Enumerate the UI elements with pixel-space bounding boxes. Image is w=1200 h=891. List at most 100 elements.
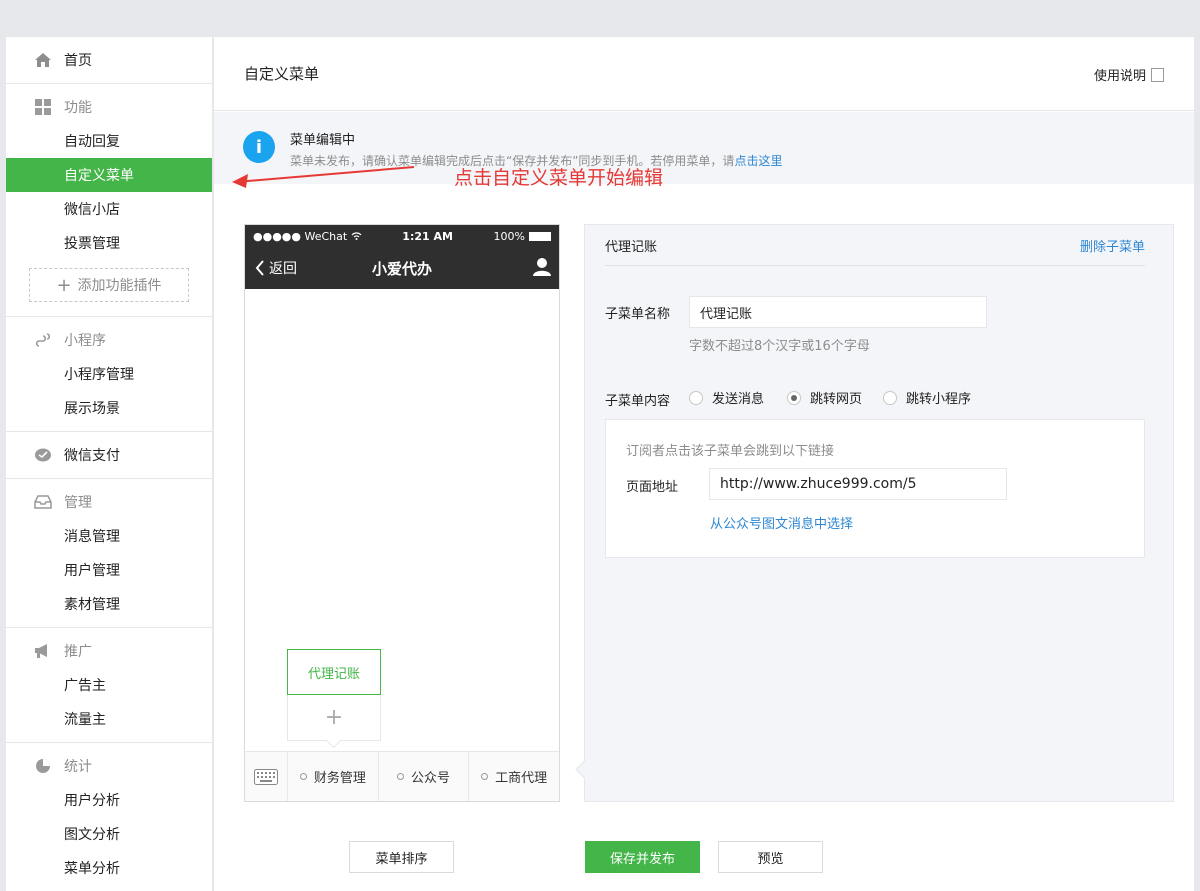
document-icon	[1151, 67, 1164, 82]
radio-jump-webpage[interactable]: 跳转网页	[787, 388, 862, 407]
save-publish-button[interactable]: 保存并发布	[585, 841, 700, 873]
sidebar-item-wechat-store[interactable]: 微信小店	[6, 192, 212, 226]
sidebar-item-miniprogram-manage[interactable]: 小程序管理	[6, 357, 212, 391]
disable-menu-link[interactable]: 点击这里	[734, 154, 782, 168]
sidebar-item-label: 微信支付	[64, 448, 120, 464]
delete-submenu-link[interactable]: 删除子菜单	[1080, 236, 1145, 255]
sidebar-section-label: 管理	[64, 495, 92, 511]
back-button[interactable]: 返回	[255, 258, 297, 278]
plus-icon: +	[324, 705, 344, 730]
sidebar-item-label: 自定义菜单	[64, 168, 134, 184]
megaphone-icon	[34, 642, 52, 660]
notice-title: 菜单编辑中	[290, 133, 356, 148]
sidebar-item-user-analysis[interactable]: 用户分析	[6, 783, 212, 817]
sidebar-item-label: 流量主	[64, 712, 106, 728]
clock: 1:21 AM	[402, 229, 453, 243]
sidebar-item-label: 投票管理	[64, 236, 120, 252]
sidebar-item-auto-reply[interactable]: 自动回复	[6, 124, 212, 158]
annotation-text: 点击自定义菜单开始编辑	[454, 167, 664, 189]
add-plugin-button[interactable]: + 添加功能插件	[29, 268, 189, 302]
menu-button-business[interactable]: 工商代理	[469, 752, 559, 801]
submenu-name-input[interactable]: 代理记账	[689, 296, 987, 328]
sidebar-item-wechat-pay[interactable]: 微信支付	[6, 438, 212, 472]
home-icon	[34, 51, 52, 69]
sidebar-item-messages[interactable]: 消息管理	[6, 519, 212, 553]
sidebar-item-label: 菜单分析	[64, 861, 120, 877]
preview-button[interactable]: 预览	[718, 841, 823, 873]
sidebar-group-promote: 推广 广告主 流量主	[6, 628, 212, 743]
sidebar-section-manage: 管理	[6, 485, 212, 519]
sidebar-item-advertiser[interactable]: 广告主	[6, 668, 212, 702]
sidebar-item-label: 自动回复	[64, 134, 120, 150]
grid-icon	[34, 98, 52, 116]
sidebar-item-label: 展示场景	[64, 401, 120, 417]
sidebar-item-publisher[interactable]: 流量主	[6, 702, 212, 736]
sort-menu-button[interactable]: 菜单排序	[349, 841, 454, 873]
sidebar-item-label: 广告主	[64, 678, 106, 694]
sidebar-item-label: 素材管理	[64, 597, 120, 613]
phone-header: ●●●●● WeChat 1:21 AM 100% 返回 小爱代办	[245, 225, 559, 289]
sidebar-section-label: 统计	[64, 759, 92, 775]
radio-jump-miniprogram[interactable]: 跳转小程序	[883, 388, 971, 407]
sidebar-item-label: 小程序管理	[64, 367, 134, 383]
sidebar-section-label: 功能	[64, 100, 92, 116]
keyboard-icon[interactable]	[245, 752, 288, 801]
sidebar-item-label: 消息管理	[64, 529, 120, 545]
radio-circle-checked	[787, 390, 801, 405]
sidebar-item-article-analysis[interactable]: 图文分析	[6, 817, 212, 851]
sidebar-section-stats: 统计	[6, 749, 212, 783]
radio-circle	[689, 390, 703, 405]
radio-label: 跳转网页	[810, 392, 863, 407]
sidebar: 首页 功能 自动回复 自定义菜单 微信小店 投票管理 + 添加功能插件 小程序 …	[6, 37, 213, 891]
sidebar-item-custom-menu[interactable]: 自定义菜单	[6, 158, 212, 192]
sidebar-group-miniprogram: 小程序 小程序管理 展示场景	[6, 317, 212, 432]
account-title: 小爱代办	[371, 259, 432, 278]
page-title: 自定义菜单	[244, 65, 320, 83]
status-bar: ●●●●● WeChat 1:21 AM 100%	[245, 225, 559, 247]
sidebar-item-menu-analysis[interactable]: 菜单分析	[6, 851, 212, 885]
submenu-dot-icon	[299, 773, 307, 780]
sidebar-item-home[interactable]: 首页	[6, 43, 212, 77]
main-panel: 自定义菜单 使用说明 i 菜单编辑中 菜单未发布，请确认菜单编辑完成后点击“保存…	[214, 37, 1194, 891]
battery-icon	[529, 231, 551, 241]
back-label: 返回	[269, 261, 297, 277]
sidebar-section-feature: 功能	[6, 90, 212, 124]
menu-button-finance[interactable]: 财务管理	[288, 752, 379, 801]
submenu-dot-icon	[397, 773, 404, 780]
inbox-icon	[34, 493, 52, 511]
sidebar-item-label: 微信小店	[64, 202, 120, 218]
radio-label: 跳转小程序	[906, 392, 972, 407]
sidebar-item-label: 首页	[64, 53, 92, 69]
page-url-label: 页面地址	[626, 480, 679, 495]
radio-label: 发送消息	[712, 392, 765, 407]
plus-icon: +	[56, 274, 72, 296]
sidebar-item-materials[interactable]: 素材管理	[6, 587, 212, 621]
sidebar-section-miniprogram: 小程序	[6, 323, 212, 357]
help-link[interactable]: 使用说明	[1094, 65, 1164, 84]
submenu-name-label: 子菜单名称	[605, 307, 671, 322]
add-submenu-button[interactable]: +	[287, 695, 381, 741]
menu-button-official-account[interactable]: 公众号	[379, 752, 470, 801]
radio-send-message[interactable]: 发送消息	[689, 388, 764, 407]
submenu-item-selected[interactable]: 代理记账	[287, 649, 381, 695]
page-header: 自定义菜单 使用说明	[214, 37, 1194, 111]
choose-from-articles-link[interactable]: 从公众号图文消息中选择	[710, 513, 853, 532]
sidebar-group-feature: 功能 自动回复 自定义菜单 微信小店 投票管理 + 添加功能插件	[6, 84, 212, 317]
sidebar-item-vote[interactable]: 投票管理	[6, 226, 212, 260]
sidebar-item-users[interactable]: 用户管理	[6, 553, 212, 587]
user-icon[interactable]	[533, 257, 551, 280]
submenu-popup: 代理记账 +	[287, 649, 381, 741]
submenu-name-value: 代理记账	[700, 306, 753, 322]
sidebar-item-label: 用户分析	[64, 793, 120, 809]
menu-label: 工商代理	[495, 771, 548, 786]
link-settings-box: 订阅者点击该子菜单会跳到以下链接 页面地址 http://www.zhuce99…	[605, 419, 1145, 558]
sidebar-group-manage: 管理 消息管理 用户管理 素材管理	[6, 479, 212, 628]
miniprogram-icon	[34, 331, 52, 349]
phone-menu-bar: 财务管理 公众号 工商代理	[245, 751, 559, 801]
submenu-content-label: 子菜单内容	[605, 394, 671, 409]
carrier-label: ●●●●● WeChat	[253, 230, 362, 243]
battery: 100%	[494, 230, 551, 243]
sidebar-item-display-scene[interactable]: 展示场景	[6, 391, 212, 425]
sidebar-group-home: 首页	[6, 37, 212, 84]
page-url-input[interactable]: http://www.zhuce999.com/5	[709, 468, 1007, 500]
